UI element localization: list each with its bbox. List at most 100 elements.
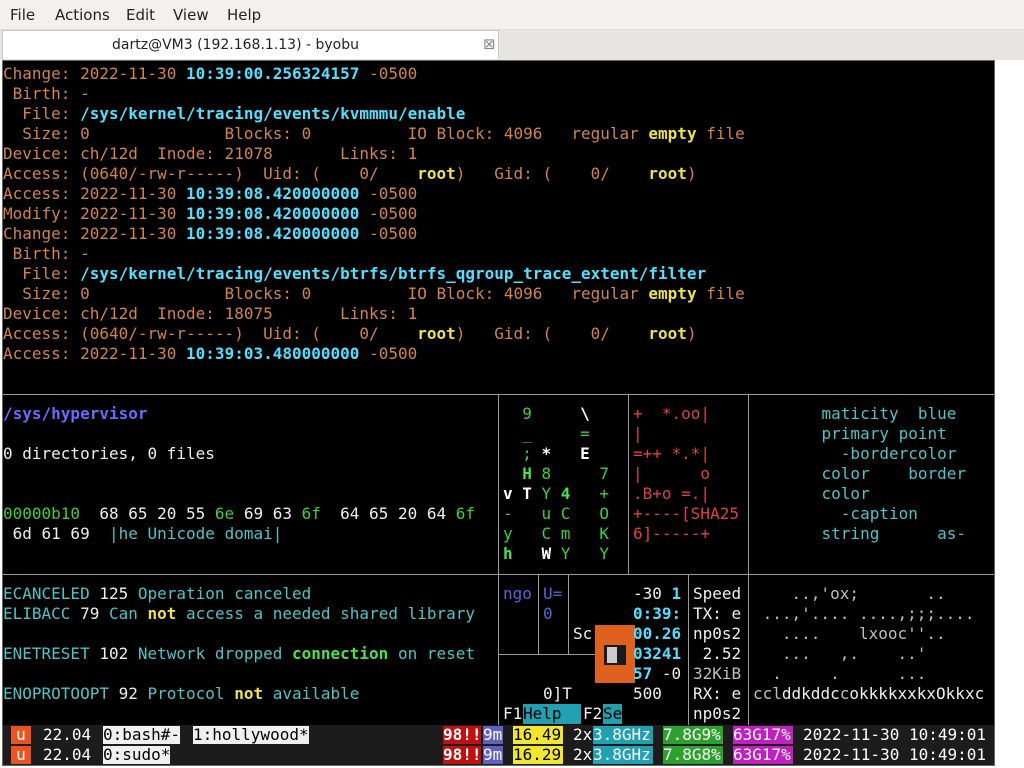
text-segment: available <box>263 684 360 703</box>
ubuntu-logo: u <box>11 726 31 744</box>
text-segment: .B+o =.| <box>633 484 711 503</box>
terminal-line: .B+o =.| <box>633 484 710 504</box>
text-segment: - u C O <box>503 504 609 523</box>
terminal-line: primary point <box>783 424 947 444</box>
text-segment: 6d 61 69 <box>3 524 109 543</box>
memory-percent: 8% <box>701 745 721 764</box>
terminal-line: -bordercolor <box>783 444 957 464</box>
text-segment: 0:39: <box>633 604 682 623</box>
fkey-setup[interactable]: Se <box>603 704 623 724</box>
menu-actions[interactable]: Actions <box>55 6 110 24</box>
text-segment: 68 65 20 55 <box>99 504 215 523</box>
pane-divider <box>538 574 539 654</box>
text-segment: |he Unicode domai| <box>108 524 283 543</box>
window-current[interactable]: 0:bash#- <box>103 726 181 744</box>
terminal-line: 500 <box>633 684 662 704</box>
text-segment: Birth: - <box>3 84 90 103</box>
text-segment: string as- <box>783 524 967 543</box>
text-segment: Speed <box>693 584 742 603</box>
cpu-count: 2x <box>573 745 593 764</box>
disk-percent: 17% <box>761 725 791 744</box>
text-segment: 6f <box>301 504 321 523</box>
text-segment: primary point <box>783 424 947 443</box>
tab-close-icon[interactable]: ⊠ <box>483 35 496 53</box>
text-segment: -30 <box>633 584 672 603</box>
terminal-line: maticity blue <box>783 404 957 424</box>
menu-view[interactable]: View <box>173 6 209 24</box>
text-segment: on reset <box>388 644 476 663</box>
pane-divider <box>628 394 629 574</box>
terminal-line: Change: 2022-11-30 10:39:00.256324157 -0… <box>3 64 417 84</box>
text-segment: Change: 2022-11-30 <box>3 64 187 83</box>
text-segment: 1 <box>671 584 682 603</box>
terminal-line: Access: 2022-11-30 10:39:08.420000000 -0… <box>3 184 417 204</box>
terminal-line: ECANCELED 125 Operation canceled <box>3 584 311 604</box>
text-segment: -bordercolor <box>783 444 957 463</box>
text-segment: 4 <box>560 484 571 503</box>
text-segment: not <box>147 604 177 623</box>
text-segment: -0500 <box>359 184 418 203</box>
text-segment: _ = <box>503 424 590 443</box>
text-segment: * <box>541 444 552 463</box>
cpu-frequency: 3.8GHz <box>593 746 653 764</box>
ubuntu-logo: u <box>11 746 31 764</box>
window-other[interactable]: 1:hollywood* <box>193 726 309 744</box>
fkey-help[interactable]: Help <box>523 704 581 724</box>
terminal-line: H 8 7 <box>503 464 609 484</box>
text-segment: TX: e <box>693 604 742 623</box>
terminal-line: np0s2 <box>693 704 741 724</box>
text-segment: 64 65 20 64 <box>320 504 456 523</box>
terminal-line: .... lxooc''.. <box>753 624 946 644</box>
menu-file[interactable]: File <box>10 6 35 24</box>
terminal-line: ; * E <box>503 444 589 464</box>
disk-usage: 63G17% <box>733 726 793 744</box>
terminal-line: -30 1 <box>633 584 681 604</box>
text-segment: -0500 <box>359 344 418 363</box>
text-segment: 57 <box>633 664 653 683</box>
text-segment: 102 <box>99 644 138 663</box>
terminal-line: Size: 0 Blocks: 0 IO Block: 4096 regular… <box>3 284 744 304</box>
terminal-line: y C m K <box>503 524 609 544</box>
pane-divider <box>688 574 689 725</box>
text-segment: np0s2 <box>693 704 742 723</box>
terminal-line: color <box>783 484 870 504</box>
menu-help[interactable]: Help <box>227 6 261 24</box>
terminal-tab[interactable]: dartz@VM3 (192.168.1.13) - byobu ⊠ <box>2 30 499 59</box>
text-segment: np0s2 <box>693 624 742 643</box>
terminal-line: 00.26 <box>633 624 681 644</box>
terminal-line: Device: ch/12d Inode: 18075 Links: 1 <box>3 304 417 324</box>
terminal-line: Birth: - <box>3 244 90 264</box>
terminal-line: 0:39: <box>633 604 681 624</box>
terminal-line: ..,'ox; .. <box>753 584 946 604</box>
text-segment: \ <box>580 404 590 423</box>
terminal-line: + *.oo| <box>633 404 710 424</box>
text-segment: 10:39:08.420000000 <box>186 224 360 243</box>
text-segment: ) <box>686 164 697 183</box>
fkey-f2[interactable]: F2 <box>583 704 602 724</box>
fkey-f1[interactable]: F1 <box>503 704 522 724</box>
text-segment: root <box>648 324 687 343</box>
terminal-line: 32KiB <box>693 664 741 684</box>
terminal-line: /sys/hypervisor <box>3 404 148 424</box>
terminal-line: Access: (0640/-rw-r-----) Uid: ( 0/ root… <box>3 324 697 344</box>
text-segment: file <box>696 124 745 143</box>
window-current[interactable]: 0:sudo* <box>103 746 171 764</box>
terminal-window[interactable]: ngo U= 0 Scree 0]T F1 Help F2 Se u 22.04… <box>2 60 995 766</box>
terminal-line: Change: 2022-11-30 10:39:08.420000000 -0… <box>3 224 417 244</box>
terminal-line: =++ *.*| <box>633 444 710 464</box>
text-segment: 10:39:03.480000000 <box>186 344 360 363</box>
text-segment: 2.52 <box>693 644 742 663</box>
cursor-block <box>604 645 626 665</box>
text-segment: ddkddc <box>781 684 840 703</box>
terminal-line: Device: ch/12d Inode: 21078 Links: 1 <box>3 144 417 164</box>
updates-available: 98!! <box>443 725 482 744</box>
terminal-line: Speed <box>693 584 741 604</box>
menu-edit[interactable]: Edit <box>126 6 155 24</box>
terminal-line: - u C O <box>503 504 609 524</box>
text-segment: Device: ch/12d Inode: 18075 Links: 1 <box>3 304 418 323</box>
text-segment: 03241 <box>633 644 682 663</box>
small-pane-value: 0 <box>543 604 553 623</box>
text-segment: File: <box>3 264 81 283</box>
text-segment <box>551 444 580 463</box>
text-segment: empty <box>648 284 697 303</box>
